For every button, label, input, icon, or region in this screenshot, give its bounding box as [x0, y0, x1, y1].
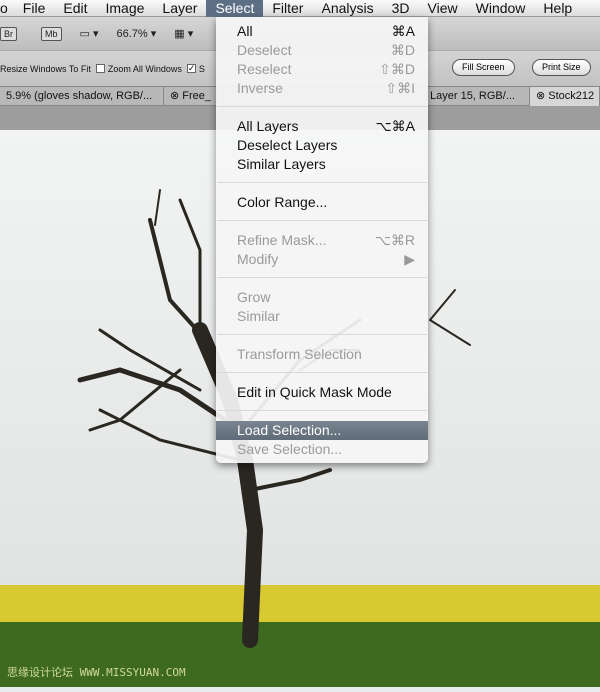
- fill-screen-button[interactable]: Fill Screen: [452, 59, 515, 76]
- menu-item-label: Load Selection...: [237, 422, 342, 438]
- menu-item-refine-mask[interactable]: Refine Mask... ⌥⌘R: [216, 231, 428, 250]
- menu-item-label: All: [237, 23, 253, 39]
- shortcut: ⌥⌘R: [374, 232, 415, 248]
- zoom-level: 66.7%: [116, 28, 148, 40]
- menu-item-label: Refine Mask...: [237, 232, 327, 248]
- submenu-arrow-icon: ▶: [404, 251, 415, 267]
- menu-item-label: Reselect: [237, 61, 292, 77]
- menu-window[interactable]: Window: [467, 0, 535, 17]
- menu-item-load-selection[interactable]: Load Selection...: [216, 421, 428, 440]
- select-menu-dropdown: All ⌘A Deselect ⌘D Reselect ⇧⌘D Inverse ⇧⌘I All …: [216, 17, 428, 463]
- menu-item-label: Similar Layers: [237, 156, 326, 172]
- print-size-button[interactable]: Print Size: [532, 59, 591, 76]
- scrubby-zoom-label: S: [198, 63, 205, 74]
- shortcut: ⌘D: [390, 42, 415, 58]
- menu-view[interactable]: View: [419, 0, 467, 17]
- shortcut: ⌥⌘A: [375, 118, 415, 134]
- menu-item-label: Deselect Layers: [237, 137, 338, 153]
- shortcut: ⌘A: [391, 23, 415, 39]
- menu-item-label: Color Range...: [237, 194, 328, 210]
- menu-filter[interactable]: Filter: [263, 0, 312, 17]
- menu-item-inverse[interactable]: Inverse ⇧⌘I: [216, 79, 428, 98]
- menu-separator: [217, 372, 427, 373]
- menu-separator: [217, 334, 427, 335]
- menu-image[interactable]: Image: [96, 0, 153, 17]
- menu-separator: [217, 182, 427, 183]
- menu-item-label: Similar: [237, 308, 280, 324]
- view-extras-dropdown[interactable]: ▭ ▾: [80, 27, 99, 40]
- menu-analysis[interactable]: Analysis: [312, 0, 382, 17]
- tab-label: Free_: [182, 90, 212, 102]
- menu-separator: [217, 106, 427, 107]
- zoom-all-windows-label: Zoom All Windows: [107, 63, 182, 74]
- resize-windows-checkbox-label[interactable]: Resize Windows To Fit: [0, 64, 91, 74]
- shortcut: ⇧⌘I: [385, 80, 415, 96]
- menu-separator: [217, 220, 427, 221]
- menu-item-all[interactable]: All ⌘A: [216, 22, 428, 41]
- menu-separator: [217, 277, 427, 278]
- tab-layer-15[interactable]: Layer 15, RGB/...: [424, 87, 530, 106]
- bridge-button[interactable]: Br: [0, 26, 17, 41]
- menu-item-similar[interactable]: Similar: [216, 307, 428, 326]
- menu-item-color-range[interactable]: Color Range...: [216, 193, 428, 212]
- tab-stock[interactable]: ⊗ Stock212: [530, 87, 600, 106]
- menu-item-deselect-layers[interactable]: Deselect Layers: [216, 136, 428, 155]
- shortcut: ⇧⌘D: [379, 61, 415, 77]
- menu-edit[interactable]: Edit: [54, 0, 96, 17]
- menu-file[interactable]: File: [14, 0, 55, 17]
- arrange-documents-dropdown[interactable]: ▦ ▾: [174, 27, 193, 40]
- menu-item-reselect[interactable]: Reselect ⇧⌘D: [216, 60, 428, 79]
- menu-item-all-layers[interactable]: All Layers ⌥⌘A: [216, 117, 428, 136]
- scrubby-zoom-checkbox[interactable]: ✓: [186, 64, 196, 73]
- menu-select[interactable]: Select: [206, 0, 264, 17]
- menu-item-label: Deselect: [237, 42, 292, 58]
- menu-item-label: Grow: [237, 289, 271, 305]
- menu-separator: [217, 410, 427, 411]
- tab-gloves-shadow[interactable]: 5.9% (gloves shadow, RGB/...: [0, 87, 164, 106]
- tab-label: Stock212: [548, 90, 595, 102]
- menu-o[interactable]: o: [0, 0, 14, 17]
- zoom-all-windows-checkbox[interactable]: [95, 64, 105, 73]
- menu-item-label: Modify: [237, 251, 279, 267]
- menu-item-grow[interactable]: Grow: [216, 288, 428, 307]
- menu-item-save-selection[interactable]: Save Selection...: [216, 440, 428, 459]
- watermark: 思缘设计论坛 WWW.MISSYUAN.COM: [7, 666, 186, 679]
- menu-item-label: Save Selection...: [237, 441, 343, 457]
- menu-layer[interactable]: Layer: [153, 0, 206, 17]
- menu-item-label: Inverse: [237, 80, 283, 96]
- zoom-level-dropdown[interactable]: 66.7% ▾: [117, 27, 157, 40]
- menu-item-label: Transform Selection: [237, 346, 362, 362]
- menu-item-edit-in-quick-mask-mode[interactable]: Edit in Quick Mask Mode: [216, 383, 428, 402]
- mini-bridge-button[interactable]: Mb: [41, 26, 62, 41]
- menu-help[interactable]: Help: [534, 0, 581, 17]
- menu-item-label: Edit in Quick Mask Mode: [237, 384, 392, 400]
- menu-item-deselect[interactable]: Deselect ⌘D: [216, 41, 428, 60]
- menu-item-modify[interactable]: Modify ▶: [216, 250, 428, 269]
- menu-3d[interactable]: 3D: [383, 0, 419, 17]
- menu-item-label: All Layers: [237, 118, 299, 134]
- tab-free[interactable]: ⊗ Free_: [164, 87, 224, 106]
- menu-item-similar-layers[interactable]: Similar Layers: [216, 155, 428, 174]
- menu-bar: o File Edit Image Layer Select Filter Analysis 3…: [0, 0, 600, 17]
- menu-item-transform-selection[interactable]: Transform Selection: [216, 345, 428, 364]
